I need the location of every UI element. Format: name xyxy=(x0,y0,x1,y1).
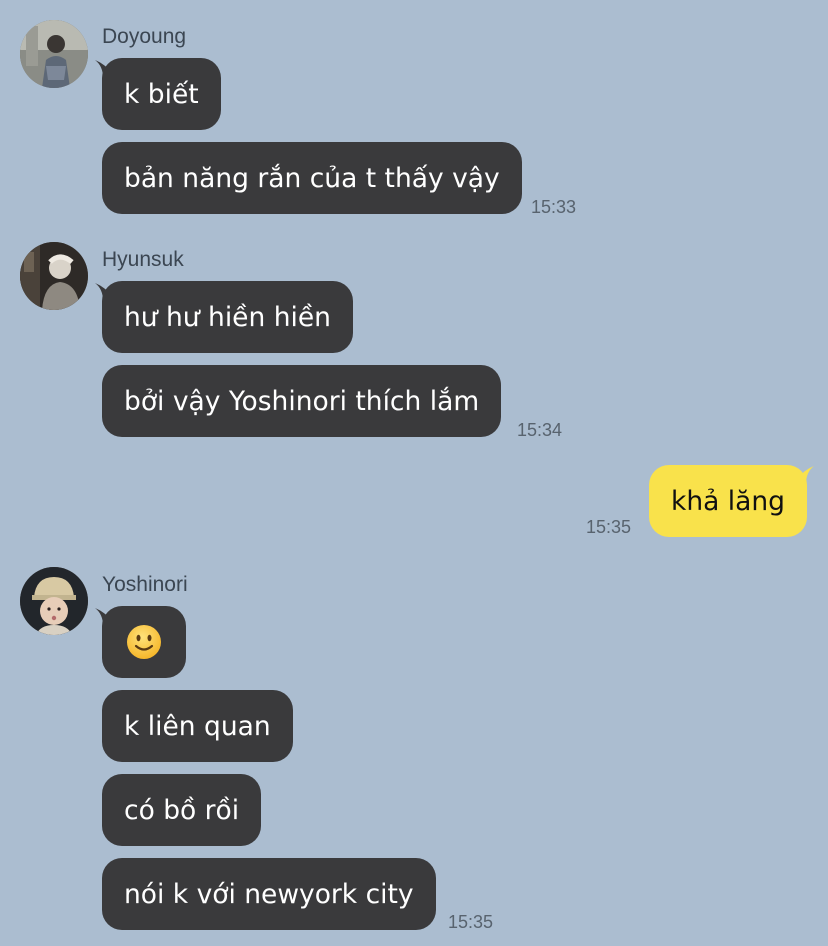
avatar-yoshinori[interactable] xyxy=(20,567,88,635)
message-bubble[interactable]: có bồ rồi xyxy=(102,774,262,846)
timestamp: 15:34 xyxy=(517,420,563,440)
sender-name-yoshinori: Yoshinori xyxy=(102,573,188,596)
message-bubble[interactable]: nói k với newyork city xyxy=(102,858,436,930)
message-bubble[interactable]: k biết xyxy=(102,58,221,130)
sender-name-doyoung: Doyoung xyxy=(102,25,187,48)
message-bubble[interactable]: bởi vậy Yoshinori thích lắm xyxy=(102,365,502,437)
message-bubble[interactable]: bản năng rắn của t thấy vậy xyxy=(102,142,522,214)
slightly-smiling-face-icon xyxy=(127,625,161,659)
timestamp: 15:35 xyxy=(448,912,494,932)
timestamp: 15:35 xyxy=(586,517,632,537)
message-bubble[interactable]: k liên quan xyxy=(102,690,293,762)
outgoing-message-bubble[interactable]: khả lăng xyxy=(648,465,807,537)
bubble-tail xyxy=(796,466,814,484)
avatar-doyoung[interactable] xyxy=(20,20,88,88)
emoji-message-bubble[interactable] xyxy=(102,606,186,678)
sender-name-hyunsuk: Hyunsuk xyxy=(102,248,184,271)
profile-photo-icon xyxy=(20,242,88,310)
message-bubble[interactable]: hư hư hiền hiền xyxy=(102,281,353,353)
profile-photo-icon xyxy=(20,567,88,635)
timestamp: 15:33 xyxy=(531,197,577,217)
profile-photo-icon xyxy=(20,20,88,88)
avatar-hyunsuk[interactable] xyxy=(20,242,88,310)
